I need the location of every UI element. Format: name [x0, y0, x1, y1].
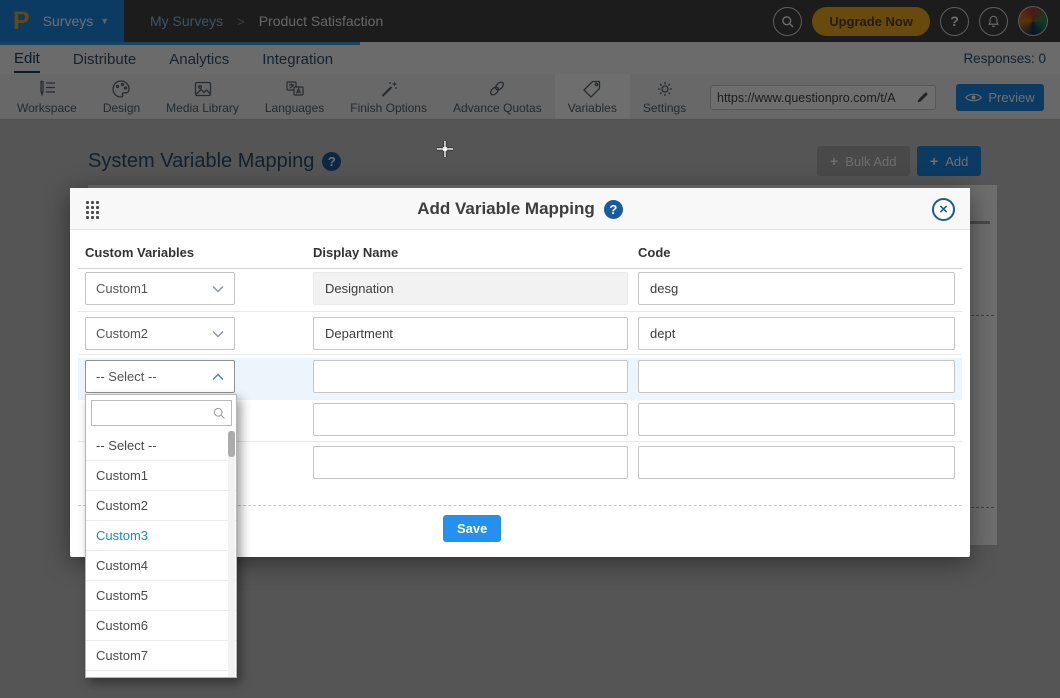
custom-variable-select-row2[interactable]: Custom2 — [85, 317, 235, 350]
dropdown-option-custom1[interactable]: Custom1 — [86, 461, 236, 491]
dropdown-option-custom2[interactable]: Custom2 — [86, 491, 236, 521]
column-header-code: Code — [638, 245, 671, 260]
dropdown-option-custom6[interactable]: Custom6 — [86, 611, 236, 641]
chevron-down-icon — [212, 330, 224, 338]
display-name-input-row1[interactable] — [313, 272, 628, 305]
dropdown-search-input[interactable] — [92, 406, 212, 420]
close-icon[interactable]: × — [932, 198, 955, 221]
code-input-row1[interactable] — [638, 272, 955, 305]
dropdown-option-select[interactable]: -- Select -- — [86, 431, 236, 461]
display-name-input-row3[interactable] — [313, 360, 628, 393]
chevron-up-icon — [212, 373, 224, 381]
dropdown-options-list: -- Select -- Custom1 Custom2 Custom3 Cus… — [86, 431, 236, 671]
custom-variable-select-row3-open[interactable]: -- Select -- — [85, 360, 235, 393]
dropdown-option-custom3[interactable]: Custom3 — [86, 521, 236, 551]
chevron-down-icon — [212, 285, 224, 293]
modal-title: Add Variable Mapping — [417, 199, 595, 219]
search-icon — [212, 406, 226, 420]
modal-help-icon[interactable]: ? — [604, 200, 623, 219]
select-value: Custom2 — [96, 326, 148, 341]
custom-variable-select-row1[interactable]: Custom1 — [85, 272, 235, 305]
modal-header: Add Variable Mapping ? × — [70, 188, 970, 230]
app-screen: P Surveys ▼ My Surveys > Product Satisfa… — [0, 0, 1060, 698]
column-header-display-name: Display Name — [313, 245, 398, 260]
custom-variable-dropdown-panel: -- Select -- Custom1 Custom2 Custom3 Cus… — [85, 394, 237, 678]
display-name-input-row4[interactable] — [313, 403, 628, 436]
display-name-input-row2[interactable] — [313, 317, 628, 350]
dropdown-search-box — [91, 400, 232, 426]
display-name-input-row5[interactable] — [313, 446, 628, 479]
dropdown-option-custom5[interactable]: Custom5 — [86, 581, 236, 611]
select-value: Custom1 — [96, 281, 148, 296]
dropdown-option-custom7[interactable]: Custom7 — [86, 641, 236, 671]
code-input-row4[interactable] — [638, 403, 955, 436]
select-value: -- Select -- — [96, 369, 157, 384]
mouse-cursor-crosshair — [436, 140, 454, 158]
dropdown-scrollbar-thumb[interactable] — [228, 431, 235, 457]
code-input-row2[interactable] — [638, 317, 955, 350]
header-divider — [78, 268, 962, 269]
save-button[interactable]: Save — [443, 515, 501, 542]
code-input-row5[interactable] — [638, 446, 955, 479]
dropdown-scrollbar[interactable] — [228, 431, 235, 678]
column-header-custom-variables: Custom Variables — [85, 245, 194, 260]
dropdown-option-custom4[interactable]: Custom4 — [86, 551, 236, 581]
code-input-row3[interactable] — [638, 360, 955, 393]
